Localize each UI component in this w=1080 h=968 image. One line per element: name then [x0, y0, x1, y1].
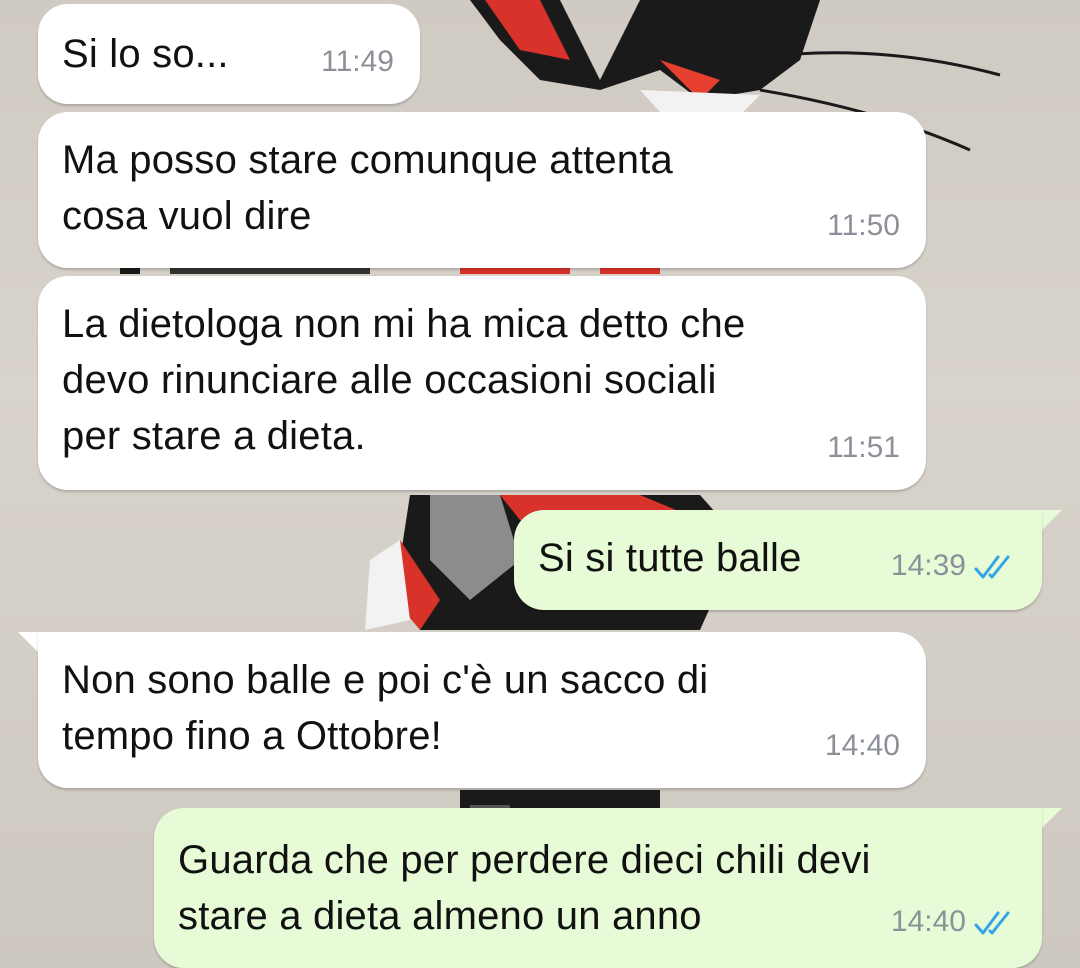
message-bubble-outgoing[interactable]: Guarda che per perdere dieci chili devi …: [154, 808, 1042, 968]
message-time: 11:49: [321, 45, 394, 78]
message-bubble-incoming[interactable]: Si lo so... 11:49: [38, 4, 420, 104]
message-bubble-incoming[interactable]: La dietologa non mi ha mica detto che de…: [38, 276, 926, 490]
message-text: Si si tutte balle: [538, 536, 802, 580]
message-text: Si lo so...: [62, 32, 229, 76]
message-meta: 14:40: [825, 718, 900, 774]
message-time: 14:40: [824, 729, 900, 762]
message-text: Guarda che per perdere dieci chili devi …: [178, 838, 871, 938]
message-time: 11:51: [827, 431, 900, 464]
message-bubble-incoming[interactable]: Ma posso stare comunque attenta cosa vuo…: [38, 112, 926, 268]
message-meta: 11:51: [827, 420, 900, 476]
double-check-read-icon: [974, 555, 1010, 579]
message-text: La dietologa non mi ha mica detto che de…: [62, 302, 746, 458]
message-meta: 11:49: [321, 34, 394, 90]
message-text: Non sono balle e poi c'è un sacco di tem…: [62, 658, 709, 758]
message-meta: 11:50: [827, 198, 900, 254]
message-time: 14:39: [890, 549, 966, 582]
message-meta: 14:39: [891, 538, 1016, 594]
message-bubble-outgoing[interactable]: Si si tutte balle 14:39: [514, 510, 1042, 610]
message-time: 14:40: [890, 905, 966, 938]
message-meta: 14:40: [891, 894, 1016, 950]
double-check-read-icon: [974, 911, 1010, 935]
message-bubble-incoming[interactable]: Non sono balle e poi c'è un sacco di tem…: [38, 632, 926, 788]
message-text: Ma posso stare comunque attenta cosa vuo…: [62, 138, 674, 238]
message-time: 11:50: [827, 209, 900, 242]
